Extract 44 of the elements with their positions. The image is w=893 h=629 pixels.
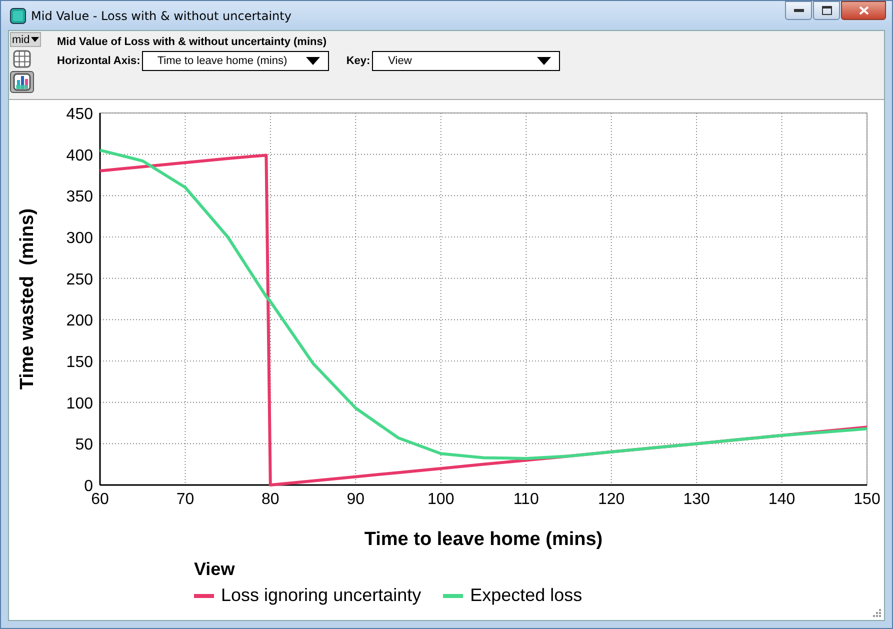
y-axis-title: Time wasted (mins) — [17, 208, 38, 390]
app-icon — [10, 8, 26, 24]
y-tick-label: 50 — [75, 436, 93, 454]
maximize-icon — [822, 6, 832, 15]
x-tick-label: 60 — [91, 491, 109, 508]
x-tick-label: 70 — [176, 491, 194, 508]
caret-icon — [306, 57, 320, 65]
window-title: Mid Value - Loss with & without uncertainty — [31, 8, 292, 22]
x-tick-label: 110 — [513, 491, 539, 508]
close-icon — [858, 6, 868, 15]
y-tick-label: 400 — [66, 147, 93, 164]
chart-heading: Mid Value of Loss with & without uncertainty (mins) — [57, 36, 328, 48]
x-tick-label: 100 — [428, 491, 454, 508]
horizontal-axis-dropdown[interactable]: Time to leave home (mins) — [142, 51, 330, 71]
y-tick-label: 300 — [66, 230, 93, 247]
x-tick-label: 140 — [768, 491, 796, 508]
caret-icon — [30, 37, 39, 42]
key-label: Key: — [346, 55, 370, 67]
x-tick-label: 150 — [854, 491, 880, 508]
close-button[interactable] — [841, 1, 886, 20]
y-tick-label: 0 — [84, 478, 93, 495]
caret-icon — [537, 57, 552, 65]
y-tick-label: 350 — [66, 188, 93, 206]
minimize-button[interactable] — [785, 1, 812, 20]
y-tick-label: 250 — [66, 271, 93, 288]
y-tick-label: 200 — [66, 312, 93, 330]
x-tick-label: 130 — [683, 491, 710, 508]
legend-label: Expected loss — [470, 585, 582, 606]
y-tick-label: 100 — [66, 395, 93, 412]
minimize-icon — [794, 8, 804, 12]
mid-dropdown[interactable]: mid — [10, 32, 41, 47]
x-tick-label: 120 — [598, 491, 625, 508]
legend-title: View — [194, 559, 236, 580]
horizontal-axis-label: Horizontal Axis: — [57, 55, 140, 67]
x-tick-label: 80 — [262, 491, 280, 508]
y-tick-label: 450 — [66, 106, 93, 123]
x-axis-title: Time to leave home (mins) — [364, 529, 603, 550]
y-tick-label: 150 — [66, 354, 93, 371]
resize-grip-icon[interactable] — [872, 608, 882, 618]
key-dropdown[interactable]: View — [372, 51, 560, 71]
graph-view-button[interactable] — [10, 71, 34, 93]
legend-label: Loss ignoring uncertainty — [221, 585, 422, 606]
x-tick-label: 90 — [346, 491, 365, 508]
maximize-button[interactable] — [813, 1, 840, 20]
